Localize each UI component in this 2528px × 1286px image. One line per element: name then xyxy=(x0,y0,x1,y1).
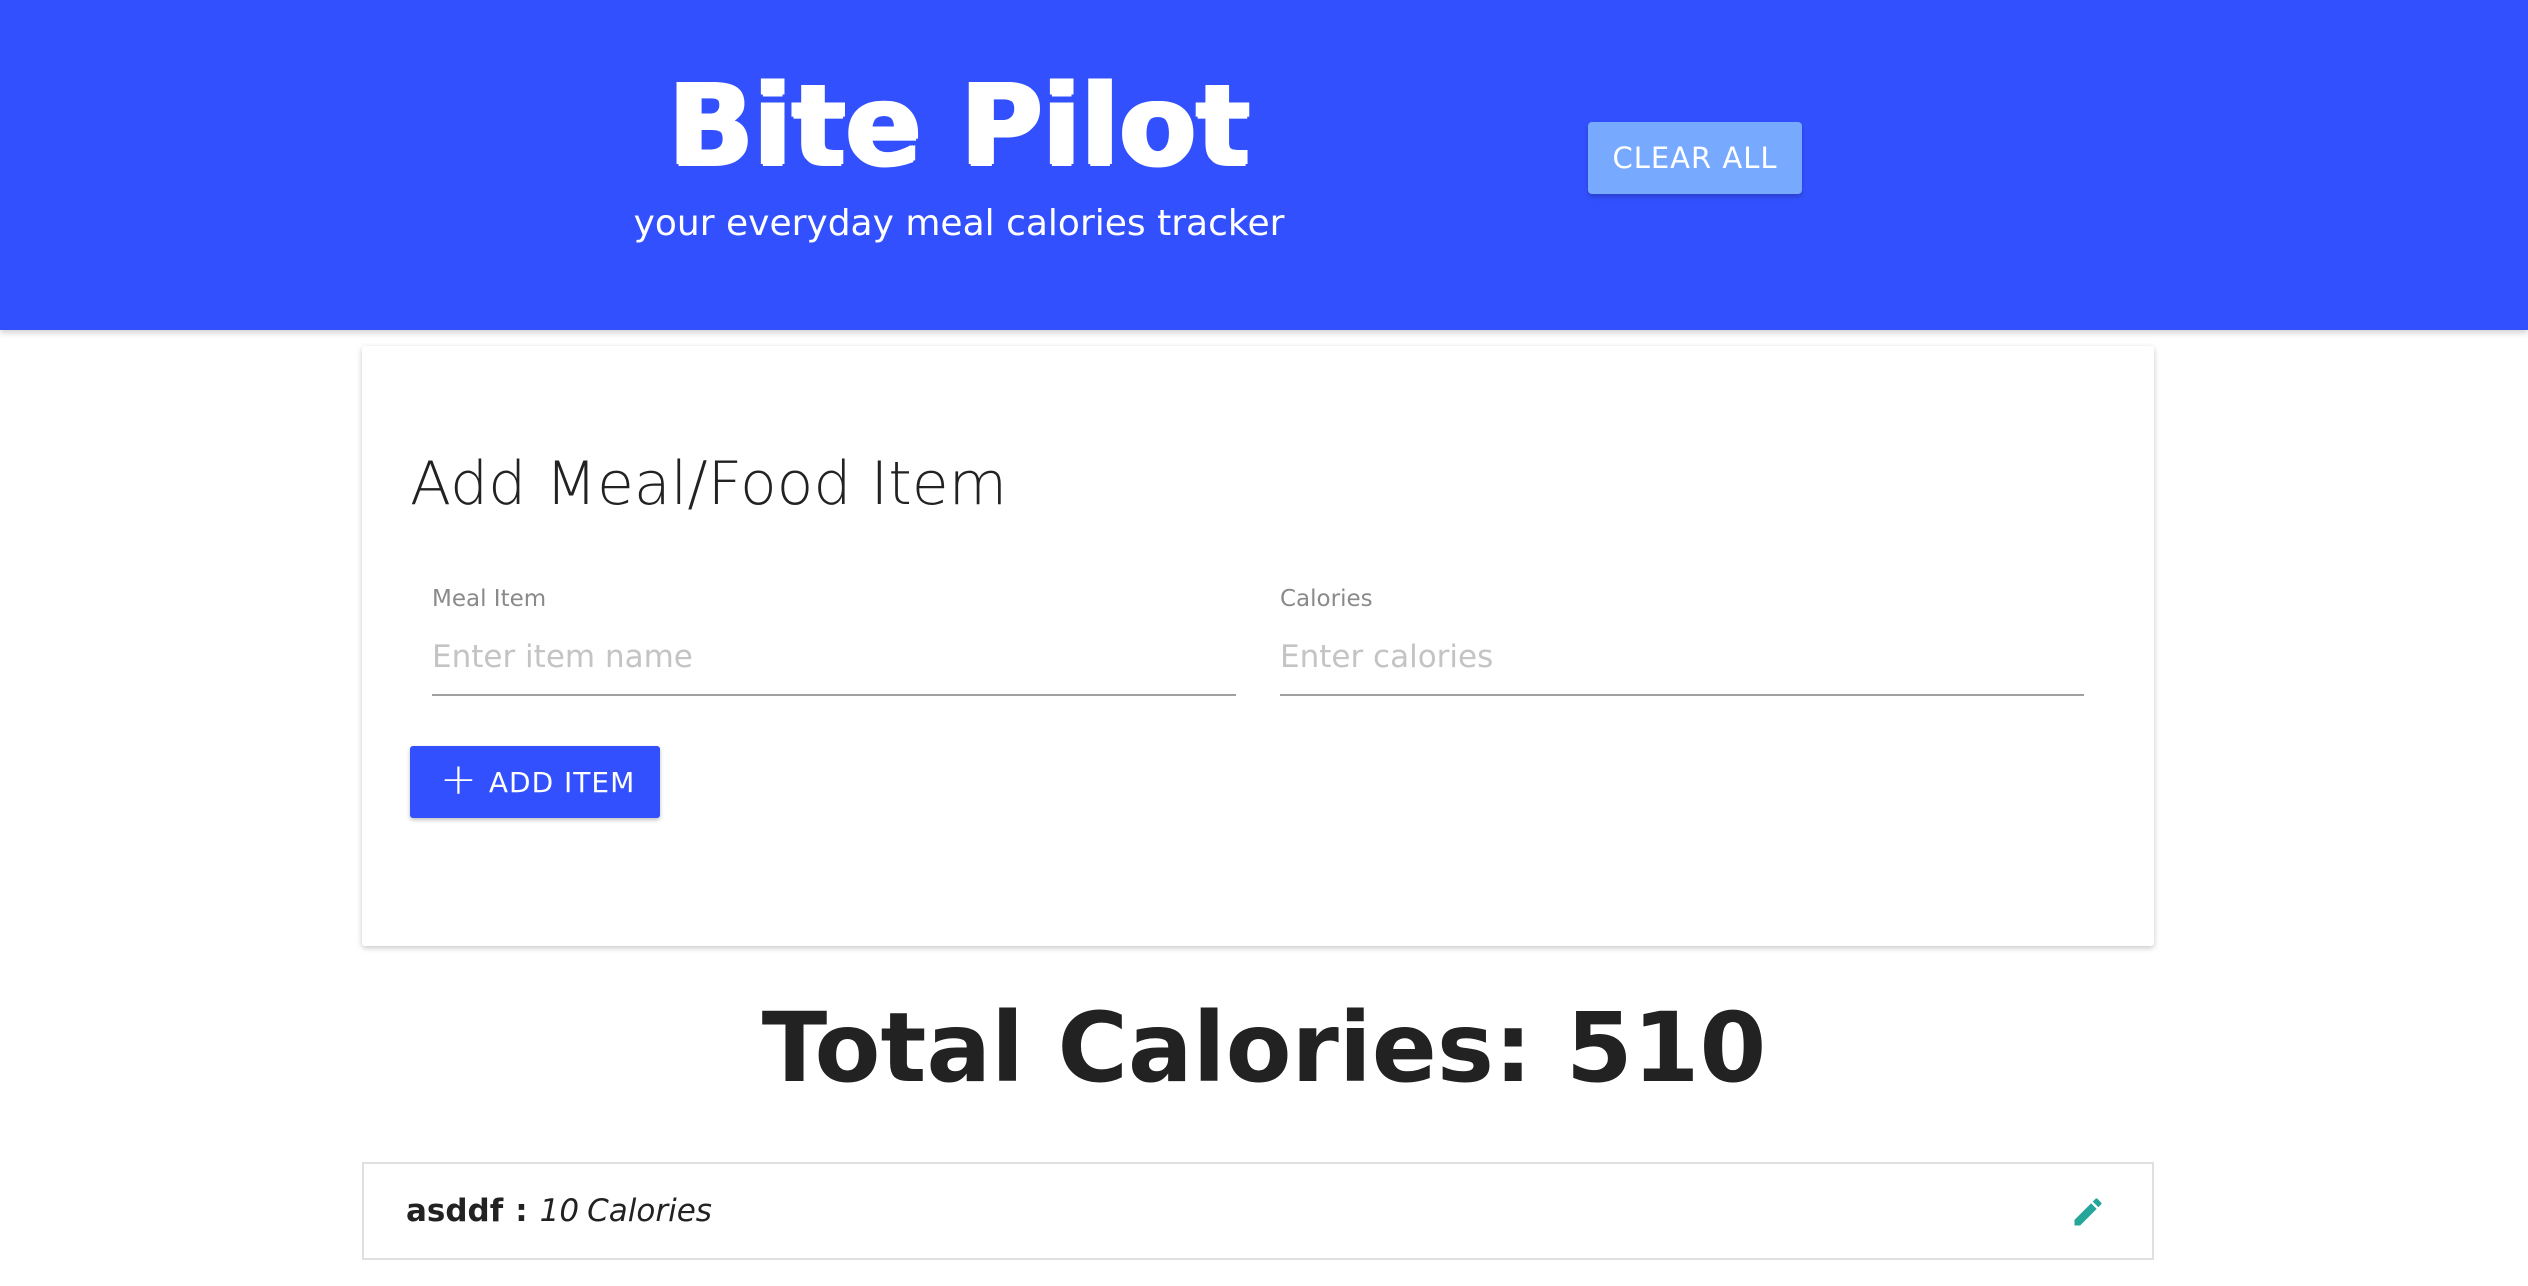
app-header: Bite Pilot your everyday meal calories t… xyxy=(0,0,2528,330)
meal-item-field: Meal Item xyxy=(432,586,1236,698)
meal-item-label: Meal Item xyxy=(432,586,547,612)
add-item-card: Add Meal/Food Item Meal Item Calories + … xyxy=(362,346,2154,946)
item-calories-unit: Calories xyxy=(587,1193,712,1229)
form-title: Add Meal/Food Item xyxy=(410,449,1008,519)
calories-input[interactable] xyxy=(1280,620,2084,696)
clear-all-button[interactable]: CLEAR ALL xyxy=(1588,122,1802,194)
add-item-label: ADD ITEM xyxy=(488,765,636,799)
calories-label: Calories xyxy=(1280,586,1373,612)
item-list: asddf : 10 Calories xyxy=(362,1162,2154,1260)
list-item: asddf : 10 Calories xyxy=(364,1164,2152,1260)
add-item-button[interactable]: + ADD ITEM xyxy=(410,746,660,818)
meal-item-input[interactable] xyxy=(432,620,1236,696)
item-calories: 10 xyxy=(539,1193,580,1229)
item-separator: : xyxy=(515,1193,528,1229)
brand-subtitle: your everyday meal calories tracker xyxy=(633,203,1285,244)
total-calories: Total Calories: 510 xyxy=(761,992,1767,1104)
pencil-icon[interactable] xyxy=(2070,1194,2106,1230)
plus-icon: + xyxy=(440,754,477,805)
calories-field: Calories xyxy=(1280,586,2084,698)
item-name: asddf xyxy=(406,1193,504,1229)
